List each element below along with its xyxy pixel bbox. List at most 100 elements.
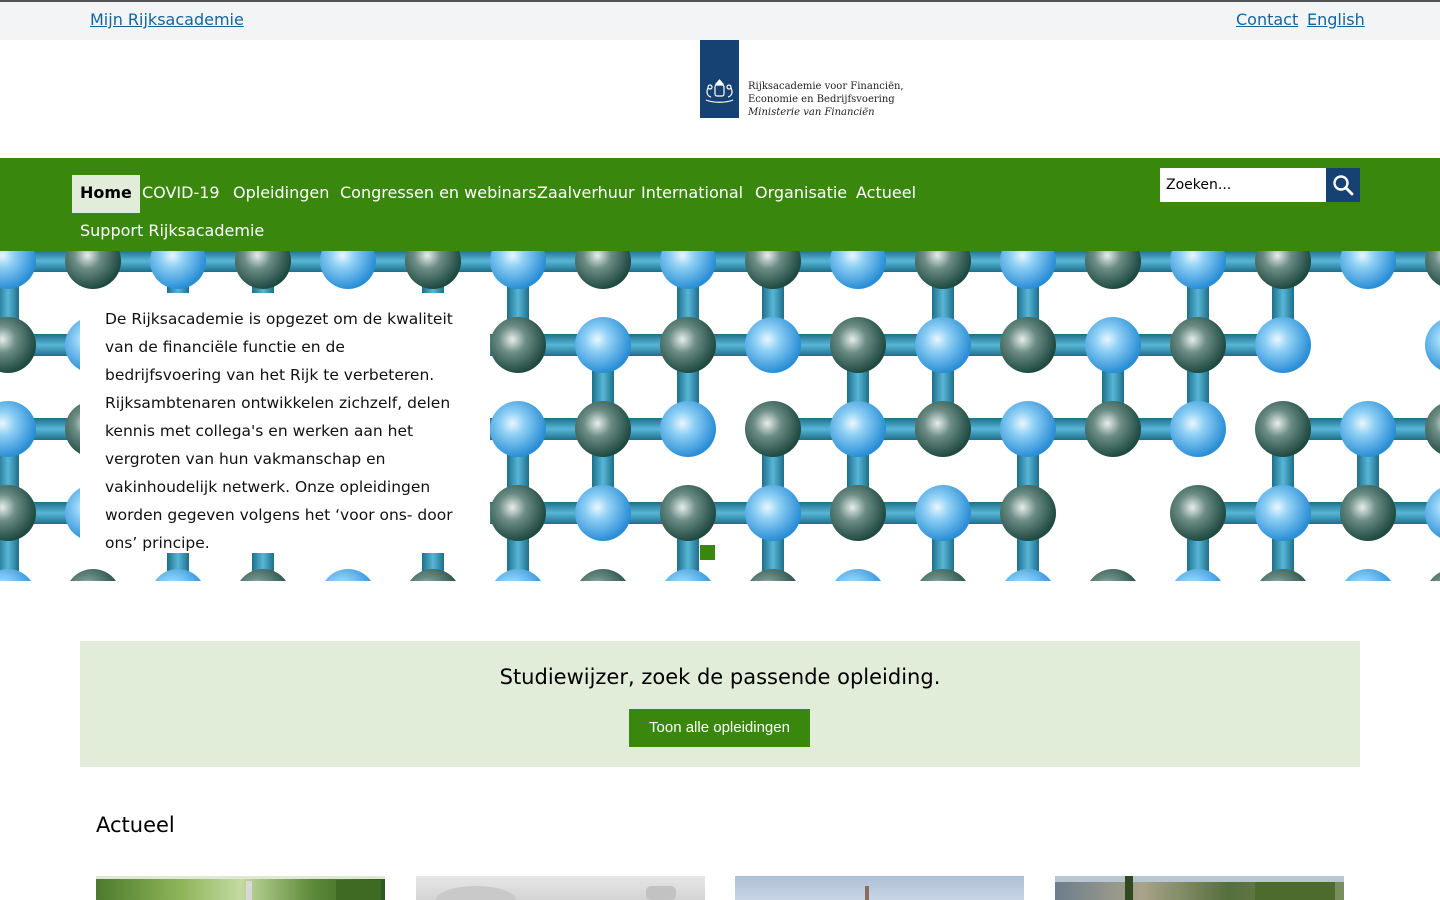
pattern-atom bbox=[830, 485, 886, 541]
pattern-atom bbox=[665, 569, 711, 581]
pattern-atom bbox=[1425, 488, 1440, 538]
pattern-atom bbox=[575, 251, 631, 289]
pattern-atom bbox=[1170, 401, 1226, 457]
pattern-atom bbox=[835, 569, 881, 581]
pattern-atom bbox=[1000, 251, 1056, 289]
sky-photo bbox=[865, 886, 869, 900]
pattern-atom bbox=[915, 251, 971, 289]
pattern-atom bbox=[915, 401, 971, 457]
pattern-atom bbox=[1340, 251, 1396, 289]
pattern-atom bbox=[745, 317, 801, 373]
pattern-atom bbox=[495, 569, 541, 581]
pattern-atom bbox=[490, 485, 546, 541]
garden-photo bbox=[96, 876, 385, 900]
pattern-atom bbox=[660, 401, 716, 457]
news-card-image-2[interactable] bbox=[416, 876, 705, 900]
coat-of-arms-icon bbox=[705, 79, 734, 103]
search-input[interactable] bbox=[1160, 168, 1326, 202]
news-card-image-4[interactable] bbox=[1055, 876, 1344, 900]
pattern-atom bbox=[1260, 569, 1306, 581]
pattern-atom bbox=[915, 317, 971, 373]
pattern-atom bbox=[1170, 251, 1226, 289]
pattern-atom bbox=[1175, 569, 1221, 581]
nav-item-congressen-en-webinars[interactable]: Congressen en webinars bbox=[332, 175, 545, 213]
contact-link[interactable]: Contact bbox=[1236, 10, 1298, 29]
pattern-atom bbox=[830, 317, 886, 373]
pattern-atom bbox=[575, 317, 631, 373]
pattern-atom bbox=[1085, 401, 1141, 457]
pattern-atom bbox=[660, 485, 716, 541]
pattern-atom bbox=[830, 251, 886, 289]
pattern-atom bbox=[1340, 401, 1396, 457]
news-card-image-3[interactable] bbox=[735, 876, 1024, 900]
slide-indicator-1[interactable] bbox=[700, 545, 715, 560]
pattern-atom bbox=[580, 569, 626, 581]
toon-alle-opleidingen-button[interactable]: Toon alle opleidingen bbox=[629, 709, 810, 747]
pattern-atom bbox=[1085, 317, 1141, 373]
landscape-photo bbox=[1055, 876, 1344, 900]
studiewijzer-panel: Studiewijzer, zoek de passende opleiding… bbox=[80, 641, 1360, 767]
news-card-image-1[interactable] bbox=[96, 876, 385, 900]
logo-line-2: Economie en Bedrijfsvoering bbox=[748, 94, 895, 105]
pattern-atom bbox=[1170, 485, 1226, 541]
pattern-atom bbox=[1000, 401, 1056, 457]
logo-blue-bar bbox=[700, 40, 739, 118]
pattern-atom bbox=[660, 317, 716, 373]
pattern-atom bbox=[745, 401, 801, 457]
pattern-atom bbox=[1255, 485, 1311, 541]
pattern-atom bbox=[1090, 569, 1136, 581]
pattern-atom bbox=[1005, 569, 1051, 581]
pattern-atom bbox=[155, 569, 201, 581]
pattern-atom bbox=[1345, 569, 1391, 581]
pattern-atom bbox=[240, 569, 286, 581]
logo-line-1: Rijksacademie voor Financiën, bbox=[748, 81, 904, 92]
pattern-atom bbox=[1340, 485, 1396, 541]
pattern-atom bbox=[0, 317, 36, 373]
nav-item-organisatie[interactable]: Organisatie bbox=[747, 175, 855, 213]
pattern-atom bbox=[750, 569, 796, 581]
studiewijzer-heading: Studiewijzer, zoek de passende opleiding… bbox=[499, 665, 941, 689]
nav-item-zaalverhuur[interactable]: Zaalverhuur bbox=[529, 175, 643, 213]
mijn-rijksacademie-link[interactable]: Mijn Rijksacademie bbox=[90, 10, 244, 29]
nav-item-support-rijksacademie[interactable]: Support Rijksacademie bbox=[72, 213, 272, 251]
nav-item-opleidingen[interactable]: Opleidingen bbox=[225, 175, 337, 213]
main-navigation: Home COVID-19 Opleidingen Congressen en … bbox=[0, 158, 1440, 251]
nav-item-covid-19[interactable]: COVID-19 bbox=[134, 175, 228, 213]
actueel-heading: Actueel bbox=[96, 813, 175, 837]
pattern-atom bbox=[1425, 404, 1440, 454]
search-icon bbox=[1333, 175, 1354, 196]
hero-banner: De Rijksacademie is opgezet om de kwalit… bbox=[0, 251, 1440, 581]
pattern-atom bbox=[490, 401, 546, 457]
pattern-atom bbox=[65, 251, 121, 289]
pattern-atom bbox=[405, 251, 461, 289]
pattern-atom bbox=[235, 251, 291, 289]
pattern-atom bbox=[490, 251, 546, 289]
pattern-atom bbox=[325, 569, 371, 581]
logo-line-3: Ministerie van Financiën bbox=[748, 107, 875, 118]
pattern-atom bbox=[830, 401, 886, 457]
pattern-atom bbox=[745, 251, 801, 289]
pattern-atom bbox=[920, 569, 966, 581]
grey-photo bbox=[436, 886, 676, 900]
pattern-atom bbox=[1255, 401, 1311, 457]
top-utility-bar: Mijn Rijksacademie Contact English bbox=[0, 0, 1440, 40]
pattern-atom bbox=[660, 251, 716, 289]
pattern-atom bbox=[490, 317, 546, 373]
pattern-atom bbox=[410, 569, 456, 581]
nav-item-actueel[interactable]: Actueel bbox=[848, 175, 924, 213]
search-button[interactable] bbox=[1326, 168, 1360, 202]
pattern-atom bbox=[1085, 251, 1141, 289]
pattern-atom bbox=[1430, 572, 1440, 581]
pattern-atom bbox=[1000, 317, 1056, 373]
logo-wordmark: Rijksacademie voor Financiën, Economie e… bbox=[748, 80, 904, 119]
pattern-atom bbox=[575, 485, 631, 541]
pattern-atom bbox=[1000, 485, 1056, 541]
nav-item-international[interactable]: International bbox=[633, 175, 751, 213]
pattern-atom bbox=[575, 401, 631, 457]
pattern-atom bbox=[0, 485, 36, 541]
pattern-atom bbox=[915, 485, 971, 541]
pattern-atom bbox=[1255, 317, 1311, 373]
english-link[interactable]: English bbox=[1307, 10, 1365, 29]
pattern-atom bbox=[745, 485, 801, 541]
nav-item-home[interactable]: Home bbox=[72, 175, 140, 213]
